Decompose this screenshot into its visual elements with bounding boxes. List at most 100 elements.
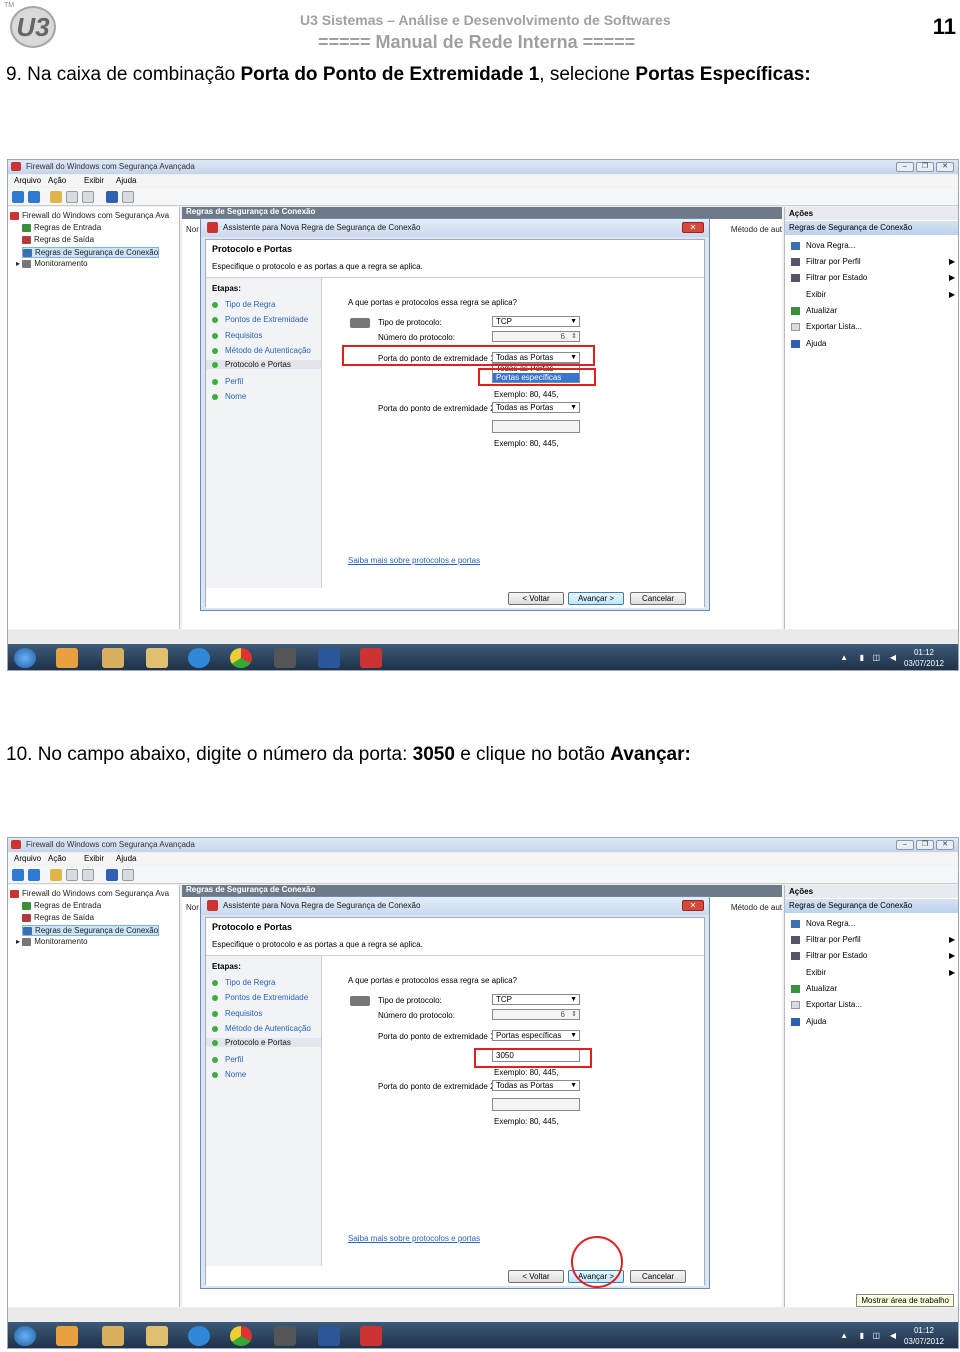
tree-outbound[interactable]: Regras de Saída xyxy=(22,913,94,922)
chrome-icon[interactable] xyxy=(230,648,252,668)
tray-battery-icon[interactable]: ▮ xyxy=(860,1331,864,1340)
tray-arrow-icon[interactable]: ▲ xyxy=(840,653,848,662)
step-protocol-ports[interactable]: Protocolo e Portas xyxy=(206,360,321,369)
next-button[interactable]: Avançar > xyxy=(568,592,624,605)
tool-icon[interactable] xyxy=(274,648,296,668)
folder-up-icon[interactable] xyxy=(50,191,62,203)
tree-outbound[interactable]: Regras de Saída xyxy=(22,235,94,244)
menu-exibir[interactable]: Exibir xyxy=(84,854,104,863)
menu-acao[interactable]: Ação xyxy=(48,854,66,863)
tree-monitoring[interactable]: ▸ Monitoramento xyxy=(16,937,88,946)
step-profile[interactable]: Perfil xyxy=(212,377,243,386)
action-help[interactable]: Ajuda xyxy=(791,1017,826,1026)
menu-arquivo[interactable]: Arquivo xyxy=(14,854,41,863)
step-endpoints[interactable]: Pontos de Extremidade xyxy=(212,993,308,1002)
actions-subheader[interactable]: Regras de Segurança de Conexão xyxy=(785,221,958,235)
tray-network-icon[interactable]: ◫ xyxy=(872,1331,880,1340)
action-new-rule[interactable]: Nova Regra... xyxy=(791,241,855,250)
minimize-button[interactable]: – xyxy=(896,840,914,850)
tree-connection-security[interactable]: Regras de Segurança de Conexão xyxy=(22,925,160,936)
wizard-close-button[interactable]: ✕ xyxy=(682,900,704,911)
start-orb-icon[interactable] xyxy=(14,648,36,668)
folder-icon[interactable] xyxy=(146,648,168,668)
maximize-button[interactable]: ❐ xyxy=(916,162,934,172)
menu-ajuda[interactable]: Ajuda xyxy=(116,176,136,185)
tree-monitoring[interactable]: ▸ Monitoramento xyxy=(16,259,88,268)
action-new-rule[interactable]: Nova Regra... xyxy=(791,919,855,928)
back-arrow-icon[interactable] xyxy=(12,191,24,203)
explorer-icon[interactable] xyxy=(102,648,124,668)
endpoint2-select[interactable]: Todas as Portas ▼ xyxy=(492,402,580,413)
tree-connection-security[interactable]: Regras de Segurança de Conexão xyxy=(22,247,160,258)
tree-inbound[interactable]: Regras de Entrada xyxy=(22,901,101,910)
properties-icon[interactable] xyxy=(82,191,94,203)
tree-root[interactable]: Firewall do Windows com Segurança Ava xyxy=(10,211,169,220)
action-filter-state[interactable]: Filtrar por Estado ▶ xyxy=(791,951,955,960)
learn-more-link[interactable]: Saiba mais sobre protocolos e portas xyxy=(348,556,480,565)
step-auth-method[interactable]: Método de Autenticação xyxy=(212,1024,311,1033)
step-rule-type[interactable]: Tipo de Regra xyxy=(212,300,275,309)
step-name[interactable]: Nome xyxy=(212,1070,246,1079)
menu-arquivo[interactable]: Arquivo xyxy=(14,176,41,185)
media-player-icon[interactable] xyxy=(56,648,78,668)
firewall-taskbar-icon[interactable] xyxy=(360,1326,382,1346)
menu-acao[interactable]: Ação xyxy=(48,176,66,185)
taskbar-clock[interactable]: 01:12 03/07/2012 xyxy=(904,1325,944,1347)
back-button[interactable]: < Voltar xyxy=(508,1270,564,1283)
console-tree-icon[interactable] xyxy=(66,869,78,881)
action-view[interactable]: Exibir ▶ xyxy=(791,968,955,977)
back-button[interactable]: < Voltar xyxy=(508,592,564,605)
internet-explorer-icon[interactable] xyxy=(188,648,210,668)
action-refresh[interactable]: Atualizar xyxy=(791,306,837,315)
taskbar-clock[interactable]: 01:12 03/07/2012 xyxy=(904,647,944,669)
menu-ajuda[interactable]: Ajuda xyxy=(116,854,136,863)
menu-exibir[interactable]: Exibir xyxy=(84,176,104,185)
step-requirements[interactable]: Requisitos xyxy=(212,331,262,340)
close-button[interactable]: ✕ xyxy=(936,162,954,172)
action-help[interactable]: Ajuda xyxy=(791,339,826,348)
cancel-button[interactable]: Cancelar xyxy=(630,592,686,605)
tree-inbound[interactable]: Regras de Entrada xyxy=(22,223,101,232)
properties-icon[interactable] xyxy=(82,869,94,881)
column-auth-method[interactable]: Método de aut xyxy=(731,225,782,234)
endpoint1-select[interactable]: Portas específicas ▼ xyxy=(492,1030,580,1041)
action-pane-icon[interactable] xyxy=(122,869,134,881)
action-view[interactable]: Exibir ▶ xyxy=(791,290,955,299)
actions-subheader[interactable]: Regras de Segurança de Conexão xyxy=(785,899,958,913)
close-button[interactable]: ✕ xyxy=(936,840,954,850)
firewall-taskbar-icon[interactable] xyxy=(360,648,382,668)
forward-arrow-icon[interactable] xyxy=(28,869,40,881)
step-profile[interactable]: Perfil xyxy=(212,1055,243,1064)
action-export[interactable]: Exportar Lista... xyxy=(791,322,862,331)
step-protocol-ports[interactable]: Protocolo e Portas xyxy=(206,1038,321,1047)
tool-icon[interactable] xyxy=(274,1326,296,1346)
media-player-icon[interactable] xyxy=(56,1326,78,1346)
column-name[interactable]: Nor xyxy=(186,225,199,234)
learn-more-link[interactable]: Saiba mais sobre protocolos e portas xyxy=(348,1234,480,1243)
explorer-icon[interactable] xyxy=(102,1326,124,1346)
tray-battery-icon[interactable]: ▮ xyxy=(860,653,864,662)
protocol-number-stepper[interactable]: 6 ⇕ xyxy=(492,331,580,342)
action-pane-icon[interactable] xyxy=(122,191,134,203)
step-name[interactable]: Nome xyxy=(212,392,246,401)
protocol-type-select[interactable]: TCP ▼ xyxy=(492,994,580,1005)
protocol-type-select[interactable]: TCP ▼ xyxy=(492,316,580,327)
step-requirements[interactable]: Requisitos xyxy=(212,1009,262,1018)
column-auth-method[interactable]: Método de aut xyxy=(731,903,782,912)
tray-volume-icon[interactable]: ◀ xyxy=(890,653,896,662)
action-filter-state[interactable]: Filtrar por Estado ▶ xyxy=(791,273,955,282)
word-icon[interactable] xyxy=(318,648,340,668)
tray-volume-icon[interactable]: ◀ xyxy=(890,1331,896,1340)
endpoint2-port-input[interactable] xyxy=(492,420,580,433)
wizard-close-button[interactable]: ✕ xyxy=(682,222,704,233)
start-orb-icon[interactable] xyxy=(14,1326,36,1346)
folder-icon[interactable] xyxy=(146,1326,168,1346)
console-tree-icon[interactable] xyxy=(66,191,78,203)
folder-up-icon[interactable] xyxy=(50,869,62,881)
tray-arrow-icon[interactable]: ▲ xyxy=(840,1331,848,1340)
step-rule-type[interactable]: Tipo de Regra xyxy=(212,978,275,987)
step-endpoints[interactable]: Pontos de Extremidade xyxy=(212,315,308,324)
endpoint2-port-input[interactable] xyxy=(492,1098,580,1111)
chrome-icon[interactable] xyxy=(230,1326,252,1346)
action-filter-profile[interactable]: Filtrar por Perfil ▶ xyxy=(791,257,955,266)
